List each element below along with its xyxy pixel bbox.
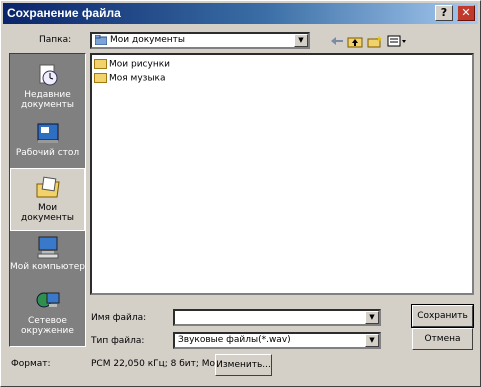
format-value: PCM 22,050 кГц; 8 бит; Моно — [91, 359, 227, 369]
filename-label: Имя файла: — [91, 313, 147, 323]
place-my-documents[interactable]: Мои документы — [10, 168, 85, 231]
recent-documents-icon — [39, 64, 57, 86]
format-label: Формат: — [11, 359, 51, 369]
network-icon — [36, 292, 59, 308]
file-list[interactable]: Мои рисунки Моя музыка — [90, 53, 474, 295]
location-combo[interactable]: Мои документы ▼ — [90, 32, 310, 49]
places-bar: Недавние документы Рабочий стол Мои доку… — [9, 53, 86, 347]
filetype-select[interactable]: Звуковые файлы(*.wav) ▼ — [173, 332, 381, 349]
change-format-button[interactable]: Изменить... — [215, 354, 272, 376]
filetype-label: Тип файла: — [91, 336, 145, 346]
file-name: Мои рисунки — [109, 59, 170, 70]
place-label: Сетевое окружение — [21, 316, 74, 336]
close-button[interactable]: ✕ — [457, 5, 475, 21]
cancel-button[interactable]: Отмена — [412, 328, 473, 350]
place-label: Мои документы — [20, 203, 75, 223]
list-item[interactable]: Мои рисунки — [94, 59, 170, 73]
desktop-icon — [37, 123, 58, 143]
folder-icon — [94, 59, 107, 69]
file-name: Моя музыка — [109, 73, 166, 84]
place-network[interactable]: Сетевое окружение — [10, 282, 85, 345]
chevron-down-icon[interactable]: ▼ — [365, 334, 379, 347]
my-computer-icon — [37, 236, 58, 259]
back-arrow-icon[interactable] — [327, 32, 347, 50]
filetype-value: Звуковые файлы(*.wav) — [178, 335, 291, 345]
help-button[interactable]: ? — [435, 5, 453, 21]
save-file-dialog: Сохранение файла ? ✕ Папка: Мои документ… — [0, 0, 481, 387]
location-label: Папка: — [39, 35, 72, 45]
title-bar: Сохранение файла ? ✕ — [3, 3, 478, 24]
location-value: Мои документы — [110, 35, 186, 45]
view-menu-icon[interactable] — [385, 32, 409, 50]
chevron-down-icon[interactable]: ▼ — [365, 311, 379, 324]
place-recent[interactable]: Недавние документы — [10, 56, 85, 119]
filename-field[interactable]: ▼ — [173, 309, 381, 326]
new-folder-icon[interactable] — [365, 32, 385, 50]
place-label: Мой компьютер — [10, 262, 85, 272]
save-button[interactable]: Сохранить — [411, 304, 474, 328]
place-label: Рабочий стол — [15, 148, 80, 158]
window-title: Сохранение файла — [7, 6, 121, 20]
my-documents-icon — [36, 176, 60, 198]
folder-icon — [94, 73, 107, 83]
list-item[interactable]: Моя музыка — [94, 73, 166, 87]
place-label: Недавние документы — [20, 90, 75, 110]
folder-up-icon[interactable] — [345, 32, 365, 50]
folder-icon — [95, 35, 107, 45]
chevron-down-icon[interactable]: ▼ — [294, 34, 308, 47]
